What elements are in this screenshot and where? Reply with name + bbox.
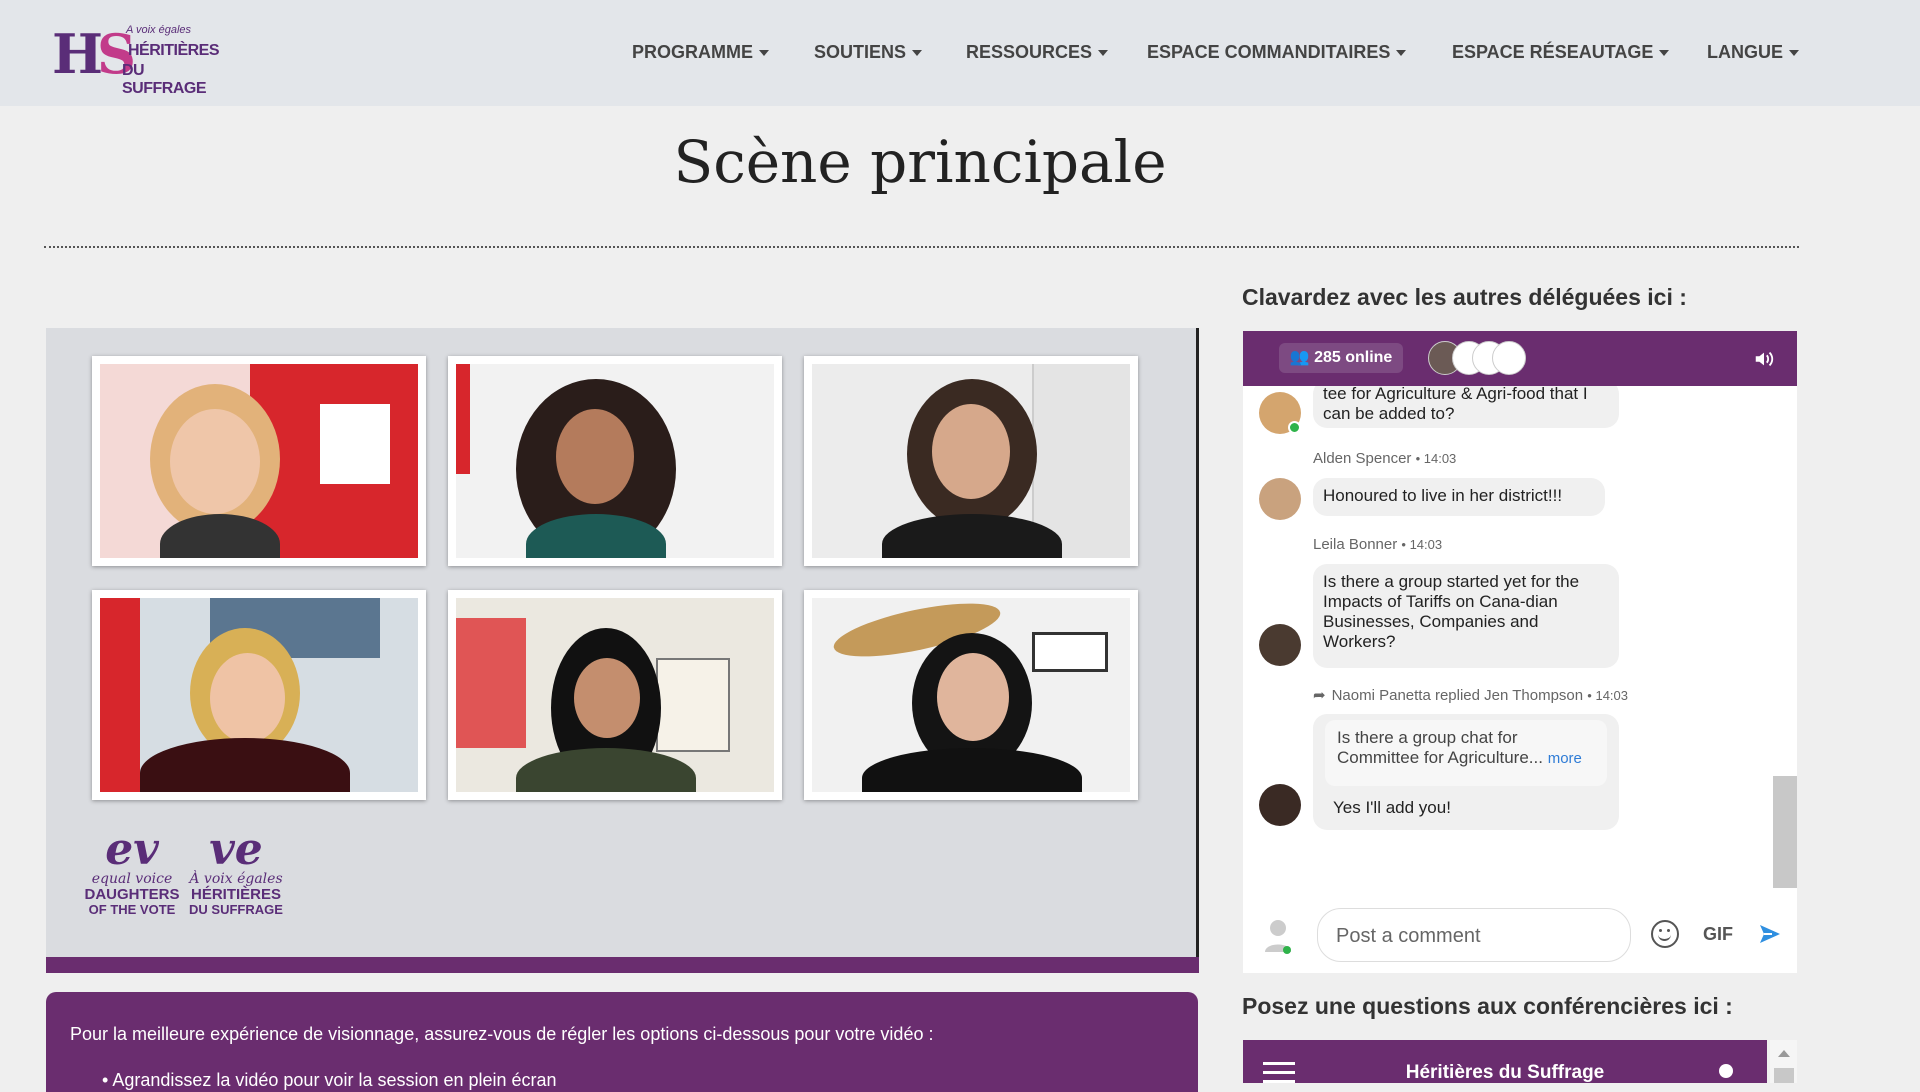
avatar xyxy=(1259,392,1301,434)
chevron-down-icon xyxy=(912,50,923,57)
title-divider xyxy=(44,246,1799,248)
nav-langue-label: LANGUE xyxy=(1707,42,1783,62)
user-icon xyxy=(1265,920,1291,954)
chat-message: Is there a group chat for Committee for … xyxy=(1313,714,1619,830)
questions-scrollbar[interactable] xyxy=(1770,1040,1797,1083)
quoted-message: Is there a group chat for Committee for … xyxy=(1325,720,1607,786)
online-count-text: 285 online xyxy=(1314,349,1393,366)
scrollbar-thumb[interactable] xyxy=(1774,1068,1794,1083)
chat-heading: Clavardez avec les autres déléguées ici … xyxy=(1242,284,1687,310)
logo-monogram: HS xyxy=(52,22,136,86)
scrollbar-thumb[interactable] xyxy=(1773,776,1797,888)
nav-soutiens[interactable]: SOUTIENS xyxy=(814,42,923,63)
message-time: • 14:03 xyxy=(1587,688,1628,703)
chat-message-meta: Leila Bonner • 14:03 xyxy=(1313,536,1442,553)
chat-message: Is there a group started yet for the Imp… xyxy=(1313,564,1619,668)
message-author: Alden Spencer xyxy=(1313,450,1412,467)
viewing-tip-item: • Agrandissez la vidéo pour voir la sess… xyxy=(102,1070,557,1090)
comment-input-placeholder: Post a comment xyxy=(1336,925,1481,947)
chevron-down-icon xyxy=(1789,50,1799,57)
chat-message-meta: ➦ Naomi Panetta replied Jen Thompson • 14… xyxy=(1313,686,1628,704)
chevron-down-icon xyxy=(1396,50,1407,57)
questions-widget-header: Héritières du Suffrage xyxy=(1243,1040,1767,1083)
questions-widget-title: Héritières du Suffrage xyxy=(1405,1062,1605,1083)
site-logo[interactable]: HS A voix égales HÉRITIÈRES DU SUFFRAGE xyxy=(52,22,220,97)
chat-message: tee for Agriculture & Agri-food that I c… xyxy=(1313,386,1619,428)
chat-message-meta: Alden Spencer • 14:03 xyxy=(1313,450,1456,467)
users-icon: 👥 xyxy=(1289,349,1310,366)
nav-ressources[interactable]: RESSOURCES xyxy=(966,42,1109,63)
online-status-dot xyxy=(1288,421,1301,434)
comment-input[interactable]: Post a comment xyxy=(1317,908,1631,962)
logo-tagline: A voix égales xyxy=(126,24,192,36)
viewing-tips-intro: Pour la meilleure expérience de visionna… xyxy=(70,1024,934,1044)
more-link[interactable]: more xyxy=(1548,750,1582,767)
emoji-icon[interactable] xyxy=(1651,920,1679,948)
video-tile xyxy=(804,356,1138,566)
nav-programme-label: PROGRAMME xyxy=(632,42,753,62)
message-author: Naomi Panetta replied Jen Thompson xyxy=(1331,687,1584,704)
video-player[interactable]: ev equal voice DAUGHTERS OF THE VOTE ve … xyxy=(46,328,1199,966)
chat-widget: 👥 285 online tee for Agriculture & Agri-… xyxy=(1243,331,1797,973)
avatar xyxy=(1259,784,1301,826)
reply-text: Yes I'll add you! xyxy=(1333,798,1451,817)
video-progress-bar[interactable] xyxy=(46,957,1199,973)
chat-input-row: Post a comment GIF xyxy=(1243,894,1797,973)
nav-espace-reseautage-label: ESPACE RÉSEAUTAGE xyxy=(1452,42,1654,62)
top-navigation-bar: HS A voix égales HÉRITIÈRES DU SUFFRAGE … xyxy=(0,0,1920,106)
daughters-of-the-vote-logo: ev equal voice DAUGHTERS OF THE VOTE xyxy=(84,824,180,918)
logo-line-1: HÉRITIÈRES xyxy=(128,42,220,59)
nav-espace-commanditaires-label: ESPACE COMMANDITAIRES xyxy=(1147,42,1391,62)
nav-langue[interactable]: LANGUE xyxy=(1707,42,1799,63)
message-time: • 14:03 xyxy=(1415,451,1457,466)
page-title: Scène principale xyxy=(673,128,1167,196)
video-tile xyxy=(804,590,1138,800)
nav-soutiens-label: SOUTIENS xyxy=(814,42,907,62)
heritieres-du-suffrage-logo: ve À voix égales HÉRITIÈRES DU SUFFRAGE xyxy=(189,824,283,918)
nav-ressources-label: RESSOURCES xyxy=(966,42,1093,62)
chevron-down-icon xyxy=(759,50,769,57)
viewing-tips-panel: Pour la meilleure expérience de visionna… xyxy=(46,992,1198,1092)
nav-programme[interactable]: PROGRAMME xyxy=(632,42,769,63)
chevron-down-icon xyxy=(1659,50,1670,57)
avatar xyxy=(1259,624,1301,666)
nav-espace-reseautage[interactable]: ESPACE RÉSEAUTAGE xyxy=(1452,42,1670,63)
video-tile xyxy=(448,590,782,800)
user-icon[interactable] xyxy=(1719,1064,1733,1078)
questions-heading: Posez une questions aux conférencières i… xyxy=(1242,993,1733,1019)
nav-espace-commanditaires[interactable]: ESPACE COMMANDITAIRES xyxy=(1147,42,1407,63)
chat-scrollbar[interactable] xyxy=(1767,386,1797,894)
video-tile xyxy=(448,356,782,566)
reply-icon: ➦ xyxy=(1313,687,1326,704)
chat-message-list[interactable]: tee for Agriculture & Agri-food that I c… xyxy=(1243,386,1767,894)
scroll-up-icon[interactable] xyxy=(1778,1050,1790,1057)
gif-button[interactable]: GIF xyxy=(1703,924,1733,945)
chevron-down-icon xyxy=(1098,50,1109,57)
send-icon[interactable] xyxy=(1758,922,1782,946)
avatar xyxy=(1492,341,1526,375)
online-count-badge[interactable]: 👥 285 online xyxy=(1279,343,1403,373)
message-author: Leila Bonner xyxy=(1313,536,1398,553)
chat-header: 👥 285 online xyxy=(1243,331,1797,386)
speaker-icon[interactable] xyxy=(1753,348,1775,370)
video-tile xyxy=(92,356,426,566)
logo-line-2: DU SUFFRAGE xyxy=(122,62,207,97)
avatar xyxy=(1259,478,1301,520)
chat-message: Honoured to live in her district!!! xyxy=(1313,478,1605,516)
video-tile xyxy=(92,590,426,800)
quoted-text: Is there a group chat for Committee for … xyxy=(1337,728,1543,767)
message-time: • 14:03 xyxy=(1401,537,1443,552)
